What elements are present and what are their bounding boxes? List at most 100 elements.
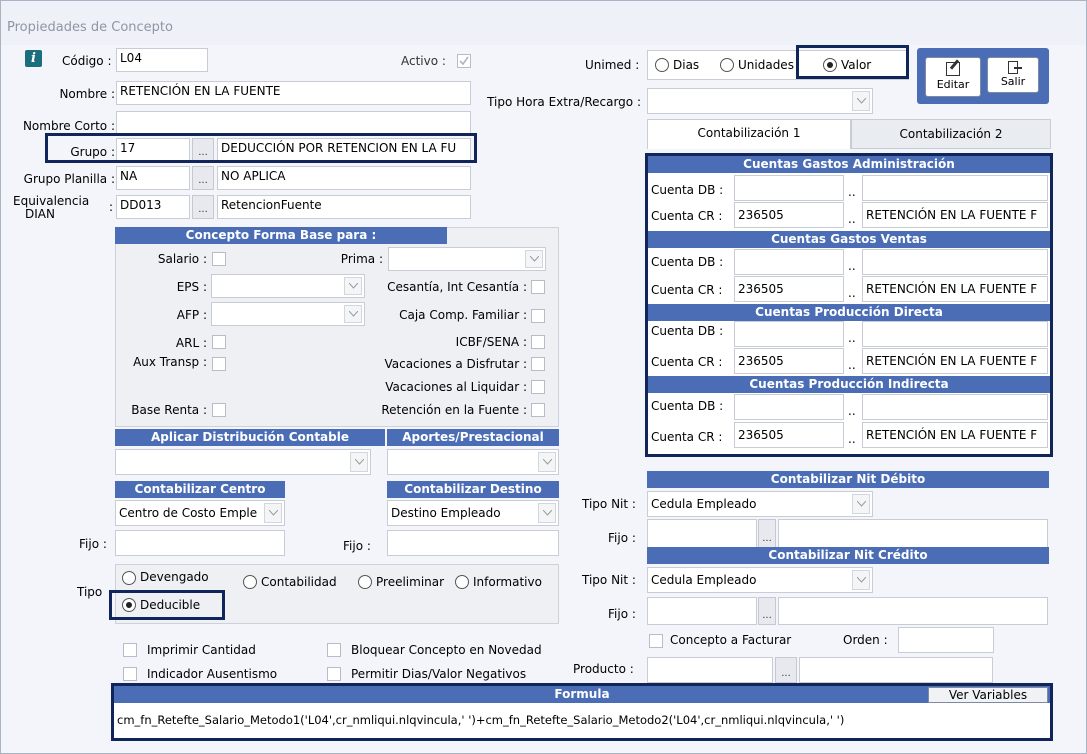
producto-field[interactable] <box>647 657 773 683</box>
equivalencia-lookup-button[interactable]: ... <box>192 195 214 219</box>
nit-credito-fijo-field[interactable] <box>647 597 757 625</box>
orden-field[interactable] <box>898 627 994 653</box>
codigo-field[interactable]: L04 <box>116 48 208 72</box>
contabilidad-radio[interactable] <box>243 575 257 589</box>
centro-value: Centro de Costo Emple <box>119 506 258 520</box>
tab-contabilizacion-1[interactable]: Contabilización 1 <box>647 119 851 149</box>
forma-base-header: Concepto Forma Base para : <box>115 227 447 244</box>
destino-header: Contabilizar Destino <box>387 481 559 498</box>
editar-button[interactable]: Editar <box>925 57 981 97</box>
cuentas-admin-cr-lookup[interactable]: .. <box>848 212 856 226</box>
tipo-hora-label: Tipo Hora Extra/Recargo : <box>487 95 641 109</box>
nit-credito-fijo-lookup[interactable]: ... <box>758 597 776 625</box>
nit-credito-tipo-select[interactable]: Cedula Empleado <box>647 567 873 593</box>
unidades-label: Unidades <box>738 58 794 72</box>
bloquear-checkbox[interactable] <box>327 643 341 657</box>
ausentismo-checkbox[interactable] <box>123 667 137 681</box>
cuentas-indirecta-cr-desc: RETENCIÓN EN LA FUENTE F <box>862 422 1048 448</box>
nit-debito-tipo-select[interactable]: Cedula Empleado <box>647 491 873 517</box>
cuentas-indirecta-cr-label: Cuenta CR : <box>651 430 723 444</box>
formula-field[interactable]: cm_fn_Retefte_Salario_Metodo1('L04',cr_n… <box>117 711 1045 735</box>
aux-transp-checkbox[interactable] <box>212 357 226 371</box>
cuentas-ventas-db-desc <box>862 249 1048 275</box>
cuentas-directa-db-lookup[interactable]: .. <box>848 331 856 345</box>
eps-select[interactable] <box>211 274 365 298</box>
ver-variables-label: Ver Variables <box>948 688 1028 702</box>
retencion-checkbox[interactable] <box>531 403 545 417</box>
cuentas-admin-db-lookup[interactable]: .. <box>848 185 856 199</box>
base-renta-checkbox[interactable] <box>212 403 226 417</box>
salir-button[interactable]: Salir <box>987 57 1039 93</box>
activo-checkbox[interactable] <box>457 54 471 68</box>
destino-fijo-label: Fijo : <box>343 539 371 553</box>
icbf-checkbox[interactable] <box>531 335 545 349</box>
grupo-planilla-lookup-button[interactable]: ... <box>192 166 214 190</box>
devengado-radio[interactable] <box>122 571 136 585</box>
cuentas-directa-db-field[interactable] <box>734 321 844 347</box>
nit-debito-fijo-field[interactable] <box>647 519 757 549</box>
dias-radio[interactable] <box>655 58 669 72</box>
grupo-highlight <box>45 133 477 163</box>
facturar-checkbox[interactable] <box>649 634 663 648</box>
arl-checkbox[interactable] <box>212 335 226 349</box>
equivalencia-desc-field: RetencionFuente <box>217 195 471 219</box>
destino-fijo-field[interactable] <box>387 530 559 556</box>
cuentas-indirecta-cr-field[interactable]: 236505 <box>734 422 844 448</box>
prima-select[interactable] <box>388 247 546 271</box>
tab-contabilizacion-2[interactable]: Contabilización 2 <box>851 119 1051 149</box>
tipo-label: Tipo <box>77 585 103 599</box>
grupo-planilla-field[interactable]: NA <box>116 166 190 190</box>
cuentas-admin-cr-desc: RETENCIÓN EN LA FUENTE F <box>862 202 1048 228</box>
destino-select[interactable]: Destino Empleado <box>387 500 559 526</box>
cuentas-ventas-db-lookup[interactable]: .. <box>848 259 856 273</box>
imprimir-checkbox[interactable] <box>123 643 137 657</box>
ver-variables-button[interactable]: Ver Variables <box>928 687 1048 703</box>
equivalencia-field[interactable]: DD013 <box>116 195 190 219</box>
unidades-radio[interactable] <box>720 58 734 72</box>
cesantia-checkbox[interactable] <box>531 280 545 294</box>
centro-fijo-field[interactable] <box>115 530 285 556</box>
nombre-corto-field[interactable] <box>116 111 471 135</box>
equivalencia-label: Equivalencia <box>13 194 90 208</box>
caja-checkbox[interactable] <box>531 309 545 323</box>
afp-select[interactable] <box>211 302 365 326</box>
caja-label: Caja Comp. Familiar : <box>399 308 527 322</box>
vac-disfrutar-checkbox[interactable] <box>531 357 545 371</box>
informativo-radio[interactable] <box>455 575 469 589</box>
cuentas-indirecta-db-lookup[interactable]: .. <box>848 404 856 418</box>
cuentas-ventas-cr-lookup[interactable]: .. <box>848 286 856 300</box>
cuentas-admin-cr-field[interactable]: 236505 <box>734 202 844 228</box>
negativos-checkbox[interactable] <box>327 667 341 681</box>
cuentas-ventas-cr-field[interactable]: 236505 <box>734 276 844 302</box>
nit-debito-fijo-lookup[interactable]: ... <box>758 519 776 549</box>
salario-checkbox[interactable] <box>212 252 226 266</box>
producto-lookup-button[interactable]: ... <box>775 657 797 683</box>
aportes-header: Aportes/Prestacional <box>387 429 559 446</box>
preeliminar-radio[interactable] <box>358 575 372 589</box>
cuentas-ventas-db-field[interactable] <box>734 249 844 275</box>
icbf-label: ICBF/SENA : <box>455 335 527 349</box>
cuentas-ventas-header: Cuentas Gastos Ventas <box>648 231 1050 248</box>
centro-header: Contabilizar Centro <box>115 481 285 498</box>
dias-label: Dias <box>673 58 700 72</box>
distribucion-select[interactable] <box>115 449 371 475</box>
prima-label: Prima : <box>340 252 383 266</box>
nombre-field[interactable]: RETENCIÓN EN LA FUENTE <box>116 81 471 105</box>
info-icon[interactable]: i <box>25 50 42 67</box>
deducible-highlight <box>109 590 225 620</box>
contabilidad-label: Contabilidad <box>261 575 337 589</box>
aportes-select[interactable] <box>387 449 559 475</box>
vac-liquidar-checkbox[interactable] <box>531 380 545 394</box>
salir-label: Salir <box>1000 75 1026 88</box>
tipo-hora-select[interactable] <box>647 88 873 114</box>
cuentas-directa-cr-lookup[interactable]: .. <box>848 358 856 372</box>
cuentas-admin-db-field[interactable] <box>734 175 844 201</box>
cuentas-ventas-cr-label: Cuenta CR : <box>651 283 723 297</box>
formula-header: Formula <box>114 686 1050 703</box>
base-renta-label: Base Renta : <box>131 403 207 417</box>
cuentas-directa-cr-field[interactable]: 236505 <box>734 348 844 374</box>
cuentas-indirecta-db-field[interactable] <box>734 394 844 420</box>
centro-select[interactable]: Centro de Costo Emple <box>115 500 285 526</box>
producto-desc-field <box>799 657 993 683</box>
cuentas-indirecta-cr-lookup[interactable]: .. <box>848 432 856 446</box>
